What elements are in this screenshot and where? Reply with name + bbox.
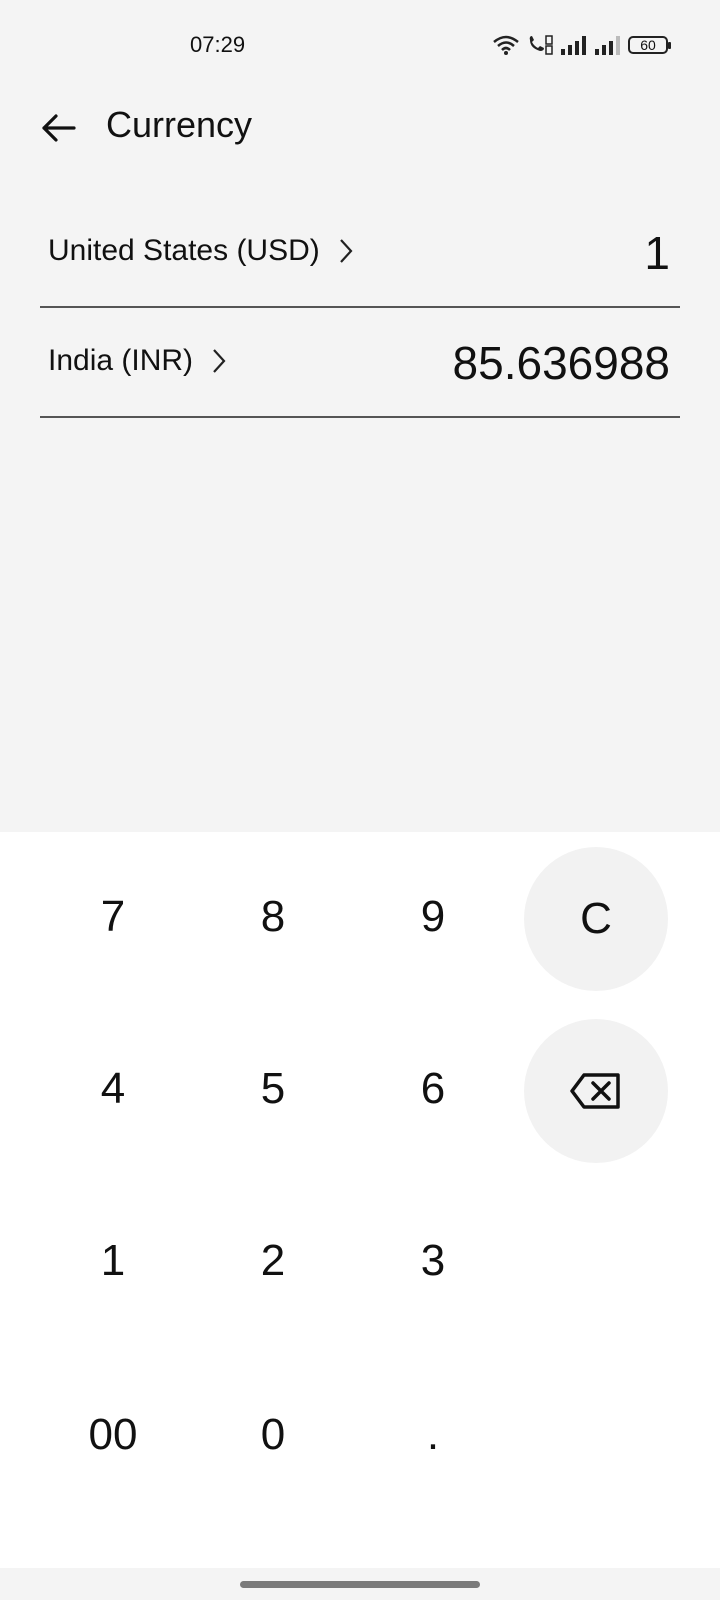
currency-row-inr: India (INR) 85.636988	[40, 314, 680, 418]
arrow-left-icon	[42, 114, 76, 142]
key-5[interactable]: 5	[198, 1014, 348, 1164]
key-4[interactable]: 4	[38, 1014, 188, 1164]
clear-button[interactable]: C	[524, 847, 668, 991]
key-decimal[interactable]: .	[358, 1360, 508, 1510]
key-3[interactable]: 3	[358, 1186, 508, 1336]
currency-selector-usd[interactable]: United States (USD)	[48, 234, 354, 268]
key-8[interactable]: 8	[198, 842, 348, 992]
gesture-handle[interactable]	[240, 1581, 480, 1588]
app-bar: Currency	[0, 92, 720, 164]
currency-selector-inr[interactable]: India (INR)	[48, 344, 227, 378]
key-1[interactable]: 1	[38, 1186, 188, 1336]
signal-strength-icon	[594, 35, 622, 55]
key-9[interactable]: 9	[358, 842, 508, 992]
currency-label: United States (USD)	[48, 234, 320, 267]
currency-value-inr[interactable]: 85.636988	[453, 336, 670, 390]
key-0[interactable]: 0	[198, 1360, 348, 1510]
volte-call-icon	[526, 34, 554, 56]
key-6[interactable]: 6	[358, 1014, 508, 1164]
currency-row-usd: United States (USD) 1	[40, 204, 680, 308]
key-2[interactable]: 2	[198, 1186, 348, 1336]
keypad: 7 8 9 C 4 5 6 1 2 3 00 0 .	[0, 832, 720, 1568]
chevron-right-icon	[211, 347, 227, 375]
back-button[interactable]	[36, 106, 80, 150]
page-title: Currency	[106, 104, 253, 145]
wifi-icon	[492, 34, 520, 56]
key-7[interactable]: 7	[38, 842, 188, 992]
currency-label: India (INR)	[48, 344, 194, 377]
backspace-button[interactable]	[524, 1019, 668, 1163]
chevron-right-icon	[338, 237, 354, 265]
battery-icon: 60	[628, 36, 671, 54]
status-icons: 60	[492, 32, 671, 58]
key-00[interactable]: 00	[38, 1360, 188, 1510]
backspace-icon	[570, 1073, 620, 1109]
status-bar: 07:29 60	[0, 0, 720, 92]
status-time: 07:29	[190, 32, 246, 57]
signal-strength-icon	[560, 35, 588, 55]
currency-value-usd[interactable]: 1	[644, 226, 670, 280]
